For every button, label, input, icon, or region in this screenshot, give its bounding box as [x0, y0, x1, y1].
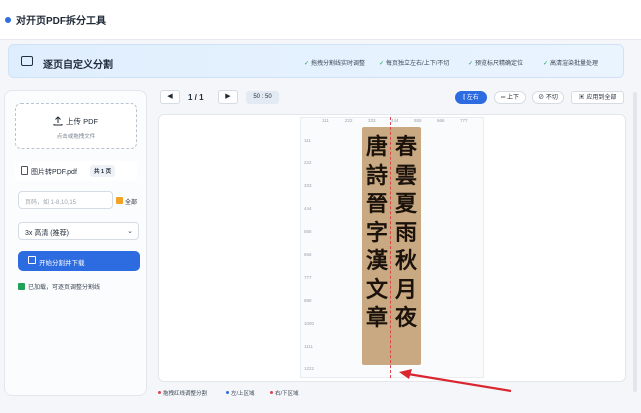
start-split-button[interactable]: 开始分割并下载 [18, 251, 140, 271]
apply-all-button[interactable]: ▣ 应用到全部 [571, 91, 624, 104]
split-line-handle[interactable] [390, 117, 391, 378]
ruler-tick-label: 1222 [304, 366, 315, 371]
ruler-tick-label: 777 [460, 118, 468, 123]
feature-item: ✓ 预览标尺精确定位 [468, 61, 524, 67]
check-icon: ✓ [543, 61, 549, 67]
annotation-arrow-icon [399, 369, 512, 393]
prev-page-button[interactable]: ◀ [160, 90, 180, 104]
quality-value: 3x 高清 (推荐) [25, 230, 69, 237]
ruler-tick-label: 555 [414, 118, 422, 123]
ruler-tick-label: 222 [304, 160, 312, 165]
ruler-tick-label: 333 [368, 118, 376, 123]
ruler-tick-label: 666 [437, 118, 445, 123]
legend-item: 右/下区域 [270, 389, 299, 397]
file-icon [21, 166, 28, 175]
mode-top-bottom-button[interactable]: ═ 上下 [494, 91, 526, 104]
all-pages-checkbox[interactable] [116, 197, 123, 204]
ruler-tick-label: 444 [304, 206, 312, 211]
chevron-down-icon: ⌄ [127, 228, 133, 235]
scissors-icon [28, 256, 36, 264]
file-name: 图片转PDF.pdf [31, 169, 77, 176]
app-title: 对开页PDF拆分工具 [16, 16, 106, 27]
ruler-tick-label: 777 [304, 275, 312, 280]
legend-item: 拖拽红线调整分割 [158, 389, 207, 397]
check-icon: ✓ [304, 61, 310, 67]
quality-select[interactable]: 3x 高清 (推荐) ⌄ [18, 222, 139, 240]
upload-dropzone[interactable]: 上传 PDF 点击或拖拽文件 [15, 103, 137, 149]
upload-label: 上传 PDF [66, 117, 99, 126]
check-icon [18, 283, 25, 290]
ruler-tick-label: 666 [304, 252, 312, 257]
ruler-tick-label: 1000 [304, 321, 315, 326]
legend-item: 左/上区域 [226, 389, 255, 397]
calligraphy-right-column: 春 雲 夏 雨 秋 月 夜 [394, 134, 417, 331]
page-indicator: 1 / 1 [188, 93, 204, 102]
legend-dot-icon [226, 391, 229, 394]
split-ratio-badge: 50 : 50 [246, 91, 279, 104]
split-horizontal-icon: ═ [501, 95, 506, 101]
feature-item: ✓ 拖拽分割线实时调整 [304, 61, 366, 67]
page-count-badge: 共 1 页 [90, 165, 116, 177]
split-page-icon [21, 56, 33, 66]
mode-left-right-button[interactable]: ⫿ 左右 [455, 91, 487, 104]
ruler-tick-label: 888 [304, 298, 312, 303]
feature-item: ✓ 高清渲染批量处理 [543, 61, 599, 67]
next-page-button[interactable]: ▶ [218, 90, 238, 104]
all-pages-label: 全部 [125, 200, 138, 206]
legend-dot-icon [270, 391, 273, 394]
ruler-tick-label: 555 [304, 229, 312, 234]
legend-dot-icon [158, 391, 161, 394]
page-range-input[interactable]: 页码，如 1-8,10,15 [18, 191, 113, 209]
mode-banner: 逐页自定义分割 ✓ 拖拽分割线实时调整 ✓ 每页独立左右/上下/不切 ✓ 预览标尺精确… [8, 44, 624, 78]
upload-hint: 点击或拖拽文件 [56, 134, 96, 140]
ruler-tick-label: 1111 [304, 344, 314, 349]
split-vertical-icon: ⫿ [463, 95, 466, 101]
upload-icon [53, 116, 63, 126]
app-window: 对开页PDF拆分工具 逐页自定义分割 ✓ 拖拽分割线实时调整 ✓ 每页独立左右/上下… [0, 0, 641, 413]
loaded-file: 图片转PDF.pdf 共 1 页 [15, 161, 137, 181]
check-icon: ✓ [468, 61, 474, 67]
title-bar: 对开页PDF拆分工具 [0, 0, 641, 40]
ruler-tick-label: 111 [322, 118, 329, 123]
mode-none-button[interactable]: ⊘ 不切 [532, 91, 564, 104]
feature-item: ✓ 每页独立左右/上下/不切 [379, 61, 450, 67]
copy-icon: ▣ [578, 95, 585, 101]
ruler-tick-label: 333 [304, 183, 312, 188]
title-dot-icon [5, 17, 11, 23]
status-message: 已加载，可逐页调整分割线 [18, 282, 100, 291]
ruler-tick-label: 222 [345, 118, 353, 123]
scrollbar[interactable] [633, 92, 637, 392]
ruler-tick-label: 444 [391, 118, 399, 123]
no-cut-icon: ⊘ [538, 95, 545, 101]
ruler-tick-label: 111 [304, 138, 311, 143]
calligraphy-left-column: 唐 詩 晉 字 漢 文 章 [365, 134, 388, 331]
banner-title: 逐页自定义分割 [43, 60, 113, 71]
left-panel: 上传 PDF 点击或拖拽文件 图片转PDF.pdf 共 1 页 页码，如 1-8… [4, 90, 147, 396]
check-icon: ✓ [379, 61, 385, 67]
